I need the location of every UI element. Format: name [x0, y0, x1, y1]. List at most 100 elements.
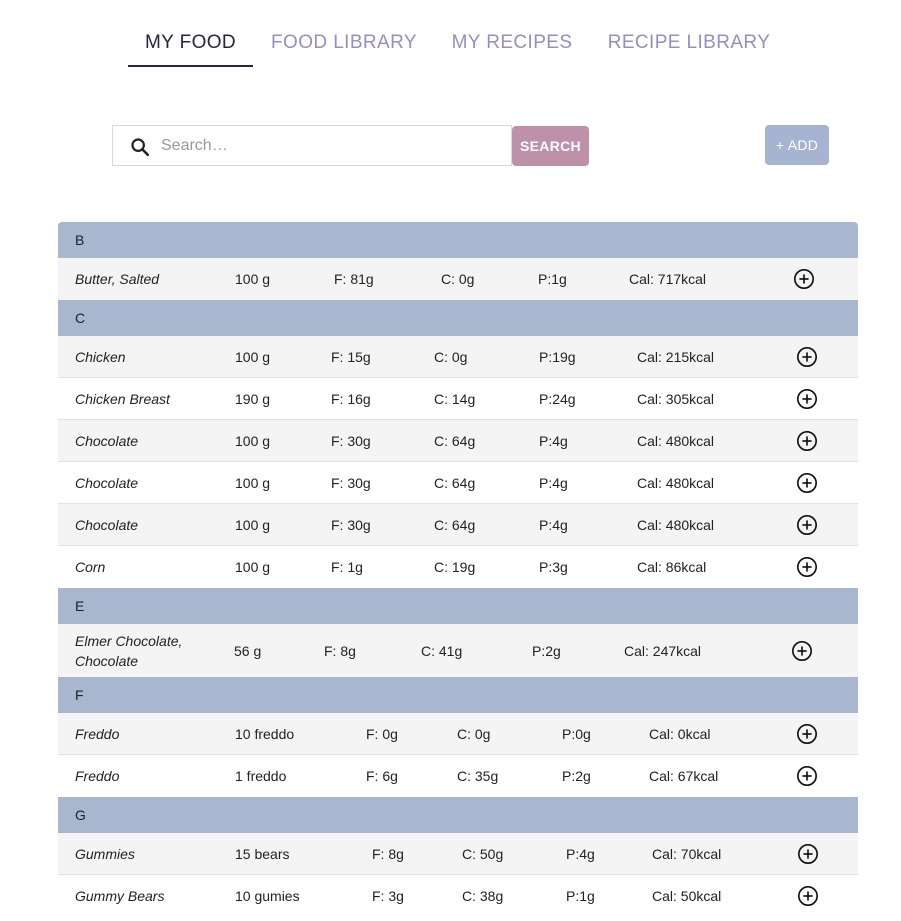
add-circle-icon[interactable] [797, 843, 819, 865]
add-circle-icon[interactable] [796, 430, 818, 452]
food-fat: F: 30g [331, 516, 371, 533]
food-row: Chicken Breast 190 g F: 16g C: 14g P:24g Cal:… [58, 378, 858, 420]
add-circle-icon[interactable] [793, 268, 815, 290]
food-protein: P:3g [539, 559, 568, 575]
group-header: E [58, 588, 858, 624]
food-name: Chocolate [75, 516, 139, 533]
tab-my-food[interactable]: MY FOOD [128, 30, 253, 67]
food-carbs: C: 64g [434, 516, 476, 533]
search-input[interactable] [161, 132, 501, 160]
food-row: Freddo 1 freddo F: 6g C: 35g P:2g Cal: 67kcal [58, 755, 858, 797]
food-protein: P:4g [539, 432, 568, 449]
food-protein: P:1g [566, 888, 595, 904]
food-calories: Cal: 717kcal [629, 271, 707, 287]
food-amount: 100 g [235, 516, 271, 533]
group-header: B [58, 222, 858, 258]
food-protein: P:24g [539, 390, 576, 407]
add-circle-icon[interactable] [796, 723, 818, 745]
food-protein: P:4g [539, 474, 568, 491]
food-name: Freddo [75, 725, 120, 742]
group-header: C [58, 300, 858, 336]
food-calories: Cal: 70kcal [652, 845, 722, 862]
food-calories: Cal: 480kcal [637, 432, 715, 449]
food-fat: F: 3g [372, 888, 404, 904]
food-name: Chocolate [75, 432, 139, 449]
food-row: Freddo 10 freddo F: 0g C: 0g P:0g Cal: 0kcal [58, 713, 858, 755]
food-amount: 1 freddo [235, 768, 287, 784]
food-amount: 100 g [235, 348, 271, 365]
add-circle-icon[interactable] [796, 514, 818, 536]
food-protein: P:19g [539, 348, 576, 365]
tab-recipe-library[interactable]: RECIPE LIBRARY [598, 30, 780, 67]
group-header: F [58, 677, 858, 713]
food-amount: 10 gumies [235, 888, 300, 904]
food-protein: P:4g [566, 845, 595, 862]
food-calories: Cal: 247kcal [624, 642, 702, 659]
food-fat: F: 81g [334, 271, 374, 287]
food-amount: 190 g [235, 390, 271, 407]
group-header: G [58, 797, 858, 833]
search-box [112, 125, 512, 166]
add-circle-icon[interactable] [796, 765, 818, 787]
food-carbs: C: 41g [421, 642, 463, 659]
search-button[interactable]: SEARCH [512, 126, 589, 166]
food-calories: Cal: 305kcal [637, 390, 715, 407]
food-protein: P:4g [539, 516, 568, 533]
food-fat: F: 8g [324, 642, 356, 659]
food-name: Chicken [75, 348, 126, 365]
food-name: Butter, Salted [75, 271, 160, 287]
add-circle-icon[interactable] [796, 388, 818, 410]
food-carbs: C: 64g [434, 432, 476, 449]
food-calories: Cal: 480kcal [637, 516, 715, 533]
food-row: Gummies 15 bears F: 8g C: 50g P:4g Cal: 70kca… [58, 833, 858, 875]
tab-food-library[interactable]: FOOD LIBRARY [262, 30, 426, 67]
food-carbs: C: 0g [441, 271, 475, 287]
food-name: Chocolate [75, 474, 139, 491]
food-amount: 56 g [234, 642, 262, 659]
food-amount: 100 g [235, 474, 271, 491]
food-name: Chicken Breast [75, 390, 170, 407]
food-carbs: C: 14g [434, 390, 476, 407]
food-fat: F: 6g [366, 768, 398, 784]
tab-my-recipes[interactable]: MY RECIPES [444, 30, 580, 67]
tab-bar: MY FOOD FOOD LIBRARY MY RECIPES RECIPE L… [0, 0, 901, 70]
search-icon [131, 138, 150, 157]
food-amount: 100 g [235, 559, 271, 575]
food-name: Elmer Chocolate, Chocolate [75, 632, 183, 669]
food-calories: Cal: 50kcal [652, 888, 722, 904]
food-calories: Cal: 86kcal [637, 559, 707, 575]
food-protein: P:1g [538, 271, 567, 287]
food-calories: Cal: 0kcal [649, 725, 711, 742]
food-row: Chocolate 100 g F: 30g C: 64g P:4g Cal: 480kc… [58, 504, 858, 546]
add-button[interactable]: + ADD [765, 125, 829, 165]
add-circle-icon[interactable] [796, 556, 818, 578]
food-fat: F: 1g [331, 559, 363, 575]
food-amount: 100 g [235, 432, 271, 449]
food-list: B Butter, Salted 100 g F: 81g C: 0g P:1g Cal: … [58, 222, 858, 917]
food-protein: P:2g [562, 768, 591, 784]
food-name: Corn [75, 559, 106, 575]
food-row: Butter, Salted 100 g F: 81g C: 0g P:1g Cal: 7… [58, 258, 858, 300]
food-carbs: C: 50g [462, 845, 504, 862]
food-row: Chicken 100 g F: 15g C: 0g P:19g Cal: 215kcal [58, 336, 858, 378]
food-carbs: C: 19g [434, 559, 476, 575]
food-name: Gummies [75, 845, 135, 862]
food-carbs: C: 64g [434, 474, 476, 491]
food-row: Gummy Bears 10 gumies F: 3g C: 38g P:1g Cal: … [58, 875, 858, 917]
food-name: Gummy Bears [75, 888, 165, 904]
food-fat: F: 30g [331, 474, 371, 491]
food-carbs: C: 0g [434, 348, 468, 365]
food-amount: 10 freddo [235, 725, 295, 742]
add-circle-icon[interactable] [796, 346, 818, 368]
food-calories: Cal: 480kcal [637, 474, 715, 491]
add-circle-icon[interactable] [796, 472, 818, 494]
add-circle-icon[interactable] [797, 885, 819, 907]
food-protein: P:2g [532, 642, 561, 659]
food-fat: F: 16g [331, 390, 371, 407]
food-calories: Cal: 67kcal [649, 768, 719, 784]
food-amount: 15 bears [235, 845, 290, 862]
food-row: Chocolate 100 g F: 30g C: 64g P:4g Cal: 480kc… [58, 420, 858, 462]
food-row: Elmer Chocolate, Chocolate 56 g F: 8g C: 41… [58, 624, 858, 677]
add-circle-icon[interactable] [791, 640, 813, 662]
food-name: Freddo [75, 768, 120, 784]
